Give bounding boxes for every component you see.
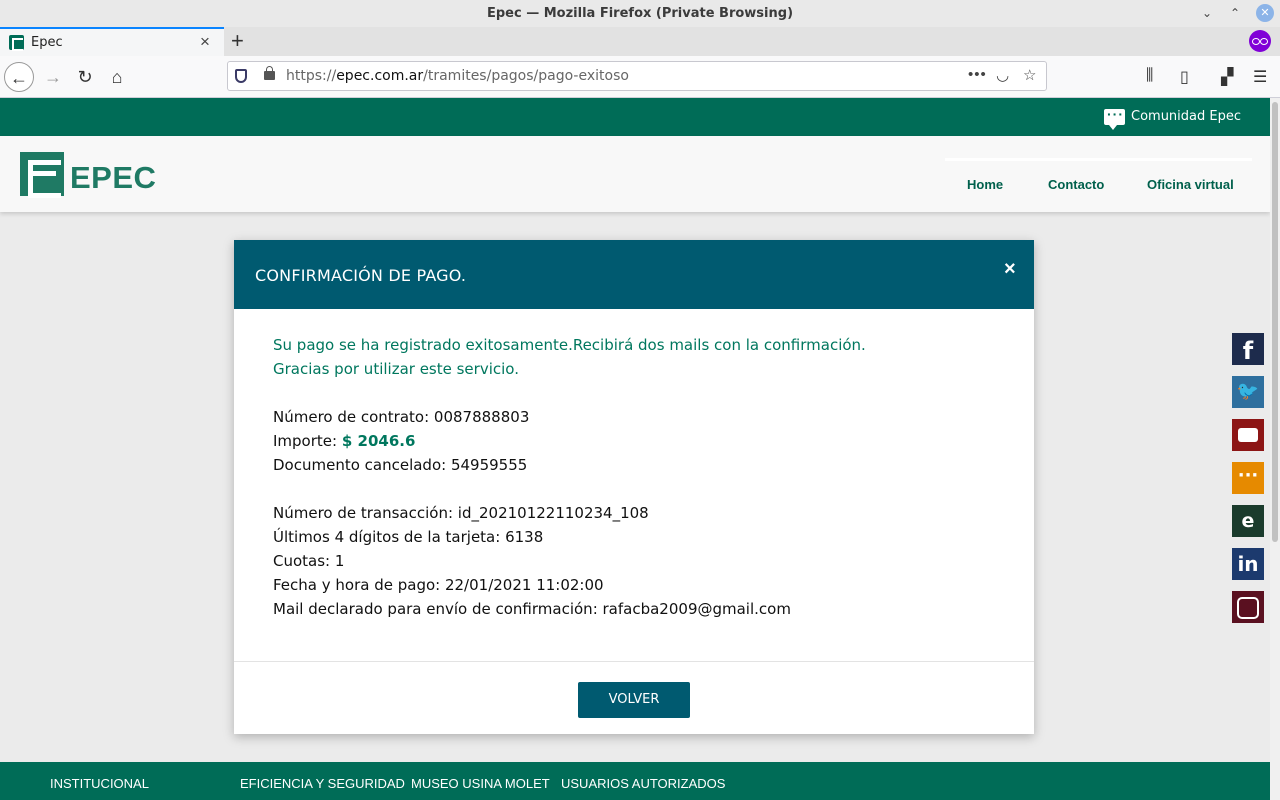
- installments-label: Cuotas:: [273, 552, 335, 570]
- navigation-toolbar: ← → ↻ ⌂ https://epec.com.ar/tramites/pag…: [0, 56, 1280, 98]
- scrollbar-thumb[interactable]: [1272, 102, 1278, 542]
- url-path: /tramites/pagos/pago-exitoso: [423, 68, 629, 84]
- reload-icon[interactable]: ↻: [70, 62, 100, 92]
- close-icon[interactable]: ×: [1004, 258, 1016, 281]
- amount-row: Importe: $ 2046.6: [273, 429, 1013, 453]
- date-row: Fecha y hora de pago: 22/01/2021 11:02:0…: [273, 573, 1013, 597]
- sidebar-icon[interactable]: ▯: [1180, 67, 1189, 87]
- tab-label: Epec: [31, 35, 63, 50]
- new-tab-icon[interactable]: +: [231, 27, 244, 54]
- tracking-shield-icon[interactable]: [235, 69, 247, 83]
- hamburger-menu-icon[interactable]: ☰: [1253, 67, 1267, 87]
- minimize-icon[interactable]: ⌄: [1198, 4, 1216, 22]
- mail-row: Mail declarado para envío de confirmació…: [273, 597, 1013, 621]
- forward-icon[interactable]: →: [38, 62, 68, 92]
- success-message: Su pago se ha registrado exitosamente.Re…: [273, 336, 866, 354]
- card-row: Últimos 4 dígitos de la tarjeta: 6138: [273, 525, 1013, 549]
- extensions-icon[interactable]: ▞: [1221, 67, 1233, 87]
- thanks-message: Gracias por utilizar este servicio.: [273, 360, 519, 378]
- chat-link[interactable]: ···: [1232, 462, 1264, 494]
- modal-footer: VOLVER: [234, 661, 1034, 734]
- url-text[interactable]: https://epec.com.ar/tramites/pagos/pago-…: [286, 68, 629, 84]
- window-titlebar: Epec — Mozilla Firefox (Private Browsing…: [0, 0, 1280, 27]
- modal-header: CONFIRMACIÓN DE PAGO. ×: [234, 240, 1034, 309]
- footer-link-institucional[interactable]: INSTITUCIONAL: [50, 776, 149, 791]
- transaction-label: Número de transacción:: [273, 504, 458, 522]
- contract-value: 0087888803: [433, 408, 530, 426]
- close-window-icon[interactable]: ✕: [1256, 4, 1274, 22]
- footer-link-museo[interactable]: MUSEO USINA MOLET: [411, 776, 550, 791]
- contract-label: Número de contrato:: [273, 408, 434, 426]
- page-actions-icon[interactable]: •••: [968, 66, 987, 83]
- lock-icon[interactable]: [264, 66, 275, 80]
- epec-social-link[interactable]: e: [1232, 505, 1264, 537]
- nav-contacto[interactable]: Contacto: [1048, 177, 1104, 192]
- date-value: 22/01/2021 11:02:00: [444, 576, 604, 594]
- installments-row: Cuotas: 1: [273, 549, 1013, 573]
- document-row: Documento cancelado: 54959555: [273, 453, 1013, 477]
- url-scheme: https://: [286, 68, 337, 84]
- top-strip: Comunidad Epec: [0, 98, 1270, 136]
- date-label: Fecha y hora de pago:: [273, 576, 445, 594]
- facebook-icon: f: [1242, 337, 1254, 365]
- twitter-link[interactable]: 🐦: [1232, 376, 1264, 408]
- site-footer: INSTITUCIONAL EFICIENCIA Y SEGURIDAD MUS…: [0, 762, 1270, 800]
- transaction-value: id_20210122110234_108: [457, 504, 649, 522]
- private-browsing-icon: [1249, 30, 1271, 52]
- maximize-icon[interactable]: ⌃: [1226, 4, 1244, 22]
- chat-bubble-icon: [1104, 106, 1125, 130]
- footer-link-eficiencia[interactable]: EFICIENCIA Y SEGURIDAD: [240, 776, 405, 791]
- chat-icon: ···: [1237, 465, 1259, 486]
- logo-text: EPEC: [70, 160, 157, 195]
- nav-home[interactable]: Home: [967, 177, 1003, 192]
- window-title: Epec — Mozilla Firefox (Private Browsing…: [486, 6, 794, 21]
- youtube-icon: [1232, 419, 1264, 451]
- site-header: EPEC Home Contacto Oficina virtual: [0, 136, 1270, 212]
- document-label: Documento cancelado:: [273, 456, 451, 474]
- facebook-link[interactable]: f: [1232, 333, 1264, 365]
- mail-label: Mail declarado para envío de confirmació…: [273, 600, 603, 618]
- mail-value: rafacba2009@gmail.com: [602, 600, 791, 618]
- home-icon[interactable]: ⌂: [102, 62, 132, 92]
- modal-body: Su pago se ha registrado exitosamente.Re…: [273, 333, 1013, 621]
- card-value: 6138: [505, 528, 544, 546]
- instagram-icon: [1232, 591, 1264, 623]
- epec-logo-mark-icon: [20, 152, 64, 198]
- instagram-link[interactable]: [1232, 591, 1264, 623]
- page-scrollbar[interactable]: [1270, 98, 1280, 800]
- amount-value: $ 2046.6: [341, 432, 416, 450]
- contract-row: Número de contrato: 0087888803: [273, 405, 1013, 429]
- installments-value: 1: [334, 552, 345, 570]
- linkedin-link[interactable]: in: [1232, 548, 1264, 580]
- volver-button[interactable]: VOLVER: [578, 682, 690, 718]
- url-host: epec.com.ar: [336, 68, 424, 84]
- epec-favicon-icon: [9, 35, 24, 51]
- transaction-row: Número de transacción: id_20210122110234…: [273, 501, 1013, 525]
- library-icon[interactable]: ⫼: [1146, 67, 1153, 85]
- bookmark-star-icon[interactable]: ☆: [1023, 66, 1036, 84]
- url-bar[interactable]: https://epec.com.ar/tramites/pagos/pago-…: [227, 61, 1047, 91]
- footer-link-usuarios[interactable]: USUARIOS AUTORIZADOS: [561, 776, 725, 791]
- tab-close-icon[interactable]: ×: [200, 32, 210, 52]
- card-label: Últimos 4 dígitos de la tarjeta:: [273, 528, 506, 546]
- linkedin-icon: in: [1237, 552, 1259, 576]
- tab-bar: Epec × +: [0, 27, 1280, 56]
- twitter-icon: 🐦: [1236, 381, 1260, 402]
- payment-confirmation-modal: CONFIRMACIÓN DE PAGO. × Su pago se ha re…: [234, 240, 1034, 734]
- epec-icon: e: [1241, 510, 1255, 532]
- community-label: Comunidad Epec: [1131, 109, 1241, 124]
- tab-epec[interactable]: Epec ×: [0, 27, 224, 56]
- web-page: Comunidad Epec EPEC Home Contacto Oficin…: [0, 98, 1270, 800]
- amount-label: Importe:: [273, 432, 342, 450]
- modal-title: CONFIRMACIÓN DE PAGO.: [255, 266, 467, 285]
- back-icon[interactable]: ←: [4, 62, 34, 92]
- main-nav: Home Contacto Oficina virtual: [945, 158, 1252, 198]
- document-value: 54959555: [450, 456, 528, 474]
- pocket-icon[interactable]: ◡: [996, 66, 1009, 84]
- nav-oficina-virtual[interactable]: Oficina virtual: [1147, 177, 1234, 192]
- youtube-link[interactable]: [1232, 419, 1264, 451]
